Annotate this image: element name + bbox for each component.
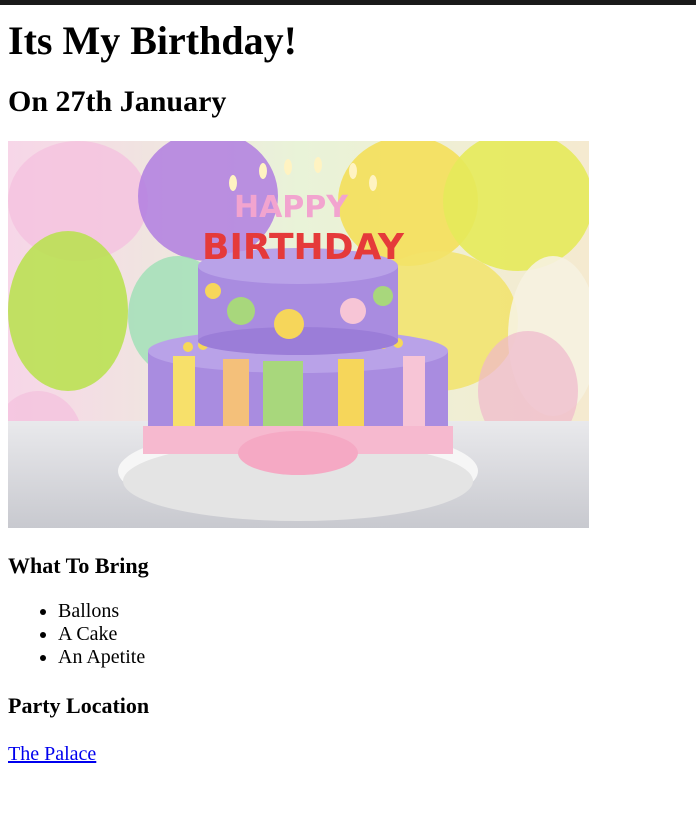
date-heading: On 27th January	[8, 85, 227, 118]
bring-list: Ballons A Cake An Apetite	[8, 600, 688, 669]
cake-text-line1: HAPPY	[234, 190, 349, 225]
page-content: Its My Birthday! On 27th January HAPPY B…	[0, 18, 696, 766]
list-item: A Cake	[58, 623, 688, 646]
birthday-cake-image: HAPPY BIRTHDAY	[8, 141, 589, 528]
cake-text-line2: BIRTHDAY	[202, 227, 405, 268]
bring-heading: What To Bring	[8, 553, 149, 578]
list-item: Ballons	[58, 600, 688, 623]
location-heading: Party Location	[8, 693, 150, 718]
location-link[interactable]: The Palace	[8, 742, 96, 766]
list-item: An Apetite	[58, 646, 688, 669]
page-title: Its My Birthday!	[8, 18, 297, 63]
